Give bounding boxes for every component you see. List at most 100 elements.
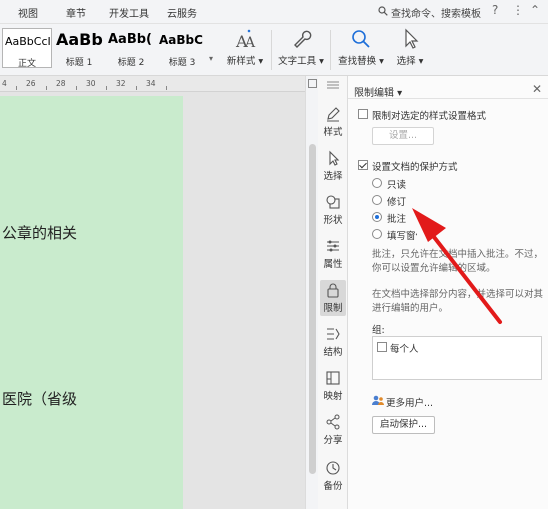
text-tools-label: 文字工具 [278, 56, 317, 67]
radio-readonly[interactable] [372, 178, 382, 188]
ruler-tick [136, 86, 137, 90]
tool-properties[interactable]: 属性 [318, 238, 348, 270]
tool-restrict[interactable]: 限制 [318, 280, 348, 316]
ruler-tick [46, 86, 47, 90]
tool-shapes[interactable]: 形状 [318, 194, 348, 226]
ribbon-divider [271, 30, 272, 70]
structure-icon [327, 328, 340, 340]
editors-description: 在文档中选择部分内容，并选择可以对其进行编辑的用户。 [372, 289, 544, 314]
document-text-line[interactable]: 医院（省级 [2, 388, 77, 409]
menu-bar: 视图 章节 开发工具 云服务 查找命令、搜索模板 ? ⋮ ⌃ [0, 0, 548, 24]
everyone-checkbox[interactable] [377, 342, 387, 352]
search-icon [378, 6, 388, 16]
collapse-ribbon-icon[interactable]: ⌃ [530, 3, 540, 17]
option-label: 填写窗体 [387, 231, 417, 242]
tool-mapping[interactable]: 映射 [318, 370, 348, 402]
more-icon[interactable]: ⋮ [512, 3, 524, 17]
wrench-icon [294, 30, 312, 48]
style-label: 标题 1 [65, 58, 93, 68]
option-label: 批注 [387, 214, 407, 225]
restrict-editing-panel: 限制编辑 ▾ ✕ 限制对选定的样式设置格式 设置... 设置文档的保护方式 只读… [348, 76, 548, 509]
find-replace-button[interactable]: 查找替换 ▾ [338, 27, 384, 67]
tool-label: 限制 [323, 303, 343, 314]
scrollbar-thumb[interactable] [309, 144, 316, 474]
tool-label: 选择 [323, 171, 343, 182]
tool-backup[interactable]: 备份 [318, 460, 348, 492]
panel-divider [348, 98, 548, 99]
select-label: 选择 [396, 56, 416, 67]
style-normal[interactable]: AaBbCcI 正文 [2, 28, 52, 68]
document-text-line[interactable]: 公章的相关 [2, 222, 77, 243]
ruler-tick-label: 4 [2, 79, 7, 88]
ruler-tick [106, 86, 107, 90]
task-pane-tabs: 样式 选择 形状 属性 限制 结构 映射 分享 备份 [318, 76, 348, 509]
help-icon[interactable]: ? [492, 3, 498, 17]
settings-button[interactable]: 设置... [372, 127, 434, 145]
command-search[interactable]: 查找命令、搜索模板 [378, 5, 481, 20]
menu-section[interactable]: 章节 [66, 5, 86, 20]
sliders-icon [327, 240, 339, 252]
protect-method-label: 设置文档的保护方式 [372, 162, 458, 173]
new-style-label: 新样式 [226, 56, 256, 67]
style-label: 标题 3 [168, 58, 196, 68]
menu-cloud[interactable]: 云服务 [167, 5, 197, 20]
select-button[interactable]: 选择 ▾ [392, 27, 428, 67]
toolstrip-collapse[interactable] [318, 80, 348, 90]
tool-share[interactable]: 分享 [318, 414, 348, 446]
share-icon [326, 414, 340, 430]
text-tools-button[interactable]: 文字工具 ▾ [278, 27, 324, 67]
style-heading1[interactable]: AaBb 标题 1 [54, 28, 104, 68]
search-label: 查找命令、搜索模板 [391, 9, 481, 20]
users-list[interactable]: 每个人 [372, 336, 542, 380]
style-label: 正文 [17, 59, 36, 68]
tool-label: 样式 [323, 127, 343, 138]
close-icon[interactable]: ✕ [532, 82, 542, 96]
tool-label: 备份 [323, 481, 343, 492]
tool-style[interactable]: 样式 [318, 106, 348, 138]
tool-label: 形状 [323, 215, 343, 226]
ruler-tick [76, 86, 77, 90]
ribbon-divider [330, 30, 331, 70]
protect-method-checkbox[interactable] [358, 160, 368, 170]
ruler-tick-label: 32 [116, 79, 126, 88]
tool-label: 映射 [323, 391, 343, 402]
new-style-button[interactable]: AA 新样式 ▾ [223, 27, 267, 67]
panel-title[interactable]: 限制编辑 ▾ [354, 84, 402, 99]
protection-description: 批注，只允许在文档中插入批注。不过，你可以设置允许编辑的区域。 [372, 249, 544, 274]
option-label: 修订 [387, 197, 407, 208]
tool-select[interactable]: 选择 [318, 150, 348, 182]
ruler-tick [166, 86, 167, 90]
ruler-tick-label: 26 [26, 79, 36, 88]
shapes-icon [326, 195, 340, 209]
tool-label: 结构 [323, 347, 343, 358]
menu-view[interactable]: 视图 [18, 5, 38, 20]
horizontal-ruler: 4 26 28 30 32 34 [0, 76, 305, 92]
split-view-icon[interactable] [308, 79, 317, 88]
menu-developer[interactable]: 开发工具 [109, 5, 149, 20]
option-label: 只读 [387, 180, 407, 191]
cursor-icon [329, 150, 340, 166]
new-style-icon: AA [235, 29, 256, 51]
more-users-label: 更多用户... [386, 398, 434, 409]
cursor-icon [405, 28, 419, 49]
style-label: 标题 2 [117, 58, 145, 68]
style-heading3[interactable]: AaBbC 标题 3 [157, 28, 207, 68]
limit-format-checkbox[interactable] [358, 109, 368, 119]
map-icon [326, 371, 340, 385]
limit-format-label: 限制对选定的样式设置格式 [372, 111, 487, 122]
ruler-tick-label: 34 [146, 79, 156, 88]
ruler-tick-label: 28 [56, 79, 66, 88]
style-heading2[interactable]: AaBb( 标题 2 [106, 28, 156, 68]
tool-label: 属性 [323, 259, 343, 270]
ruler-tick [16, 86, 17, 90]
document-page[interactable]: 公章的相关 医院（省级 [0, 96, 183, 509]
vertical-scrollbar[interactable] [305, 76, 318, 509]
radio-comments[interactable] [372, 212, 382, 222]
ribbon: AaBbCcI 正文 AaBb 标题 1 AaBb( 标题 2 AaBbC 标题… [0, 24, 548, 76]
styles-more-icon[interactable]: ▾ [209, 54, 213, 63]
tool-structure[interactable]: 结构 [318, 326, 348, 358]
start-protection-button[interactable]: 启动保护... [372, 416, 435, 434]
radio-fill-forms[interactable] [372, 229, 382, 239]
everyone-label: 每个人 [390, 344, 419, 355]
radio-track-changes[interactable] [372, 195, 382, 205]
